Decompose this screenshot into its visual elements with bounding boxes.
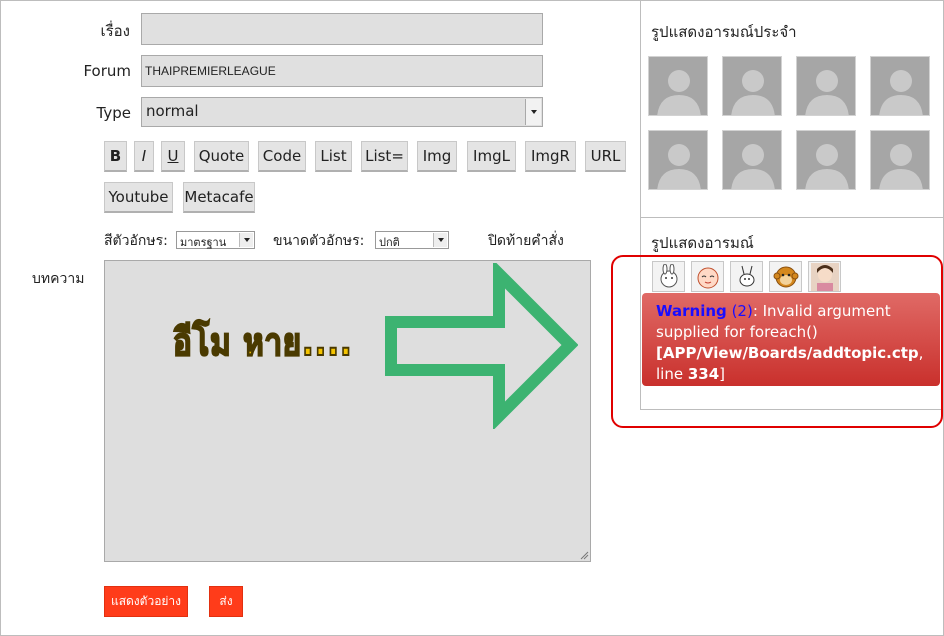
font-color-select[interactable]: มาตรฐาน bbox=[176, 231, 255, 249]
chevron-down-icon[interactable] bbox=[239, 233, 253, 247]
sidebar-divider bbox=[641, 217, 943, 218]
type-label: Type bbox=[96, 104, 131, 122]
default-avatar-icon[interactable] bbox=[722, 130, 782, 190]
subject-field[interactable] bbox=[141, 13, 543, 45]
forum-label: Forum bbox=[83, 62, 131, 80]
forum-field[interactable] bbox=[141, 55, 543, 87]
code-button[interactable]: Code bbox=[258, 141, 306, 172]
default-avatar-icon[interactable] bbox=[722, 56, 782, 116]
resize-handle-icon[interactable] bbox=[579, 550, 589, 560]
content-textarea[interactable]: อีโม หาย.... bbox=[104, 260, 591, 562]
submit-button[interactable]: ส่ง bbox=[209, 586, 243, 617]
img-right-button[interactable]: ImgR bbox=[525, 141, 576, 172]
content-label: บทความ bbox=[32, 271, 85, 287]
metacafe-button[interactable]: Metacafe bbox=[183, 182, 255, 213]
list-numbered-button[interactable]: List= bbox=[361, 141, 408, 172]
default-avatar-icon[interactable] bbox=[870, 56, 930, 116]
chevron-down-icon[interactable] bbox=[525, 99, 541, 125]
default-avatar-icon[interactable] bbox=[796, 130, 856, 190]
font-size-select[interactable]: ปกติ bbox=[375, 231, 449, 249]
default-avatar-icon[interactable] bbox=[648, 130, 708, 190]
default-avatar-icon[interactable] bbox=[796, 56, 856, 116]
type-select-value: normal bbox=[146, 102, 199, 120]
close-tags-link[interactable]: ปิดท้ายคำสั่ง bbox=[488, 230, 564, 252]
chevron-down-icon[interactable] bbox=[433, 233, 447, 247]
img-button[interactable]: Img bbox=[417, 141, 457, 172]
url-button[interactable]: URL bbox=[585, 141, 626, 172]
font-color-value: มาตรฐาน bbox=[180, 236, 227, 249]
annotation-arrow-icon bbox=[385, 263, 578, 429]
bold-button[interactable]: B bbox=[104, 141, 127, 172]
subject-input[interactable] bbox=[142, 14, 542, 44]
emoticons-title: รูปแสดงอารมณ์ bbox=[651, 234, 754, 252]
highlight-outline bbox=[611, 255, 943, 428]
list-button[interactable]: List bbox=[315, 141, 352, 172]
annotation-text: อีโม หาย.... bbox=[172, 319, 353, 365]
img-left-button[interactable]: ImgL bbox=[467, 141, 516, 172]
font-color-label: สีตัวอักษร: bbox=[104, 233, 168, 249]
italic-button[interactable]: I bbox=[134, 141, 154, 172]
fixed-avatars-title: รูปแสดงอารมณ์ประจำ bbox=[651, 23, 797, 41]
default-avatar-icon[interactable] bbox=[648, 56, 708, 116]
forum-input[interactable] bbox=[142, 56, 542, 86]
underline-button[interactable]: U bbox=[161, 141, 185, 172]
subject-label: เรื่อง bbox=[100, 22, 130, 40]
font-size-label: ขนาดตัวอักษร: bbox=[273, 233, 365, 249]
font-size-value: ปกติ bbox=[379, 236, 400, 249]
preview-button[interactable]: แสดงตัวอย่าง bbox=[104, 586, 188, 617]
default-avatar-icon[interactable] bbox=[870, 130, 930, 190]
quote-button[interactable]: Quote bbox=[194, 141, 249, 172]
type-select[interactable]: normal bbox=[141, 97, 543, 127]
youtube-button[interactable]: Youtube bbox=[104, 182, 173, 213]
